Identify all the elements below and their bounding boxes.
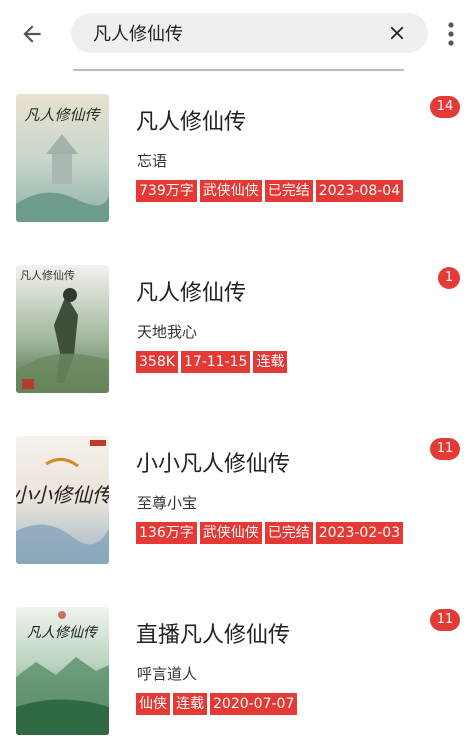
source-count-badge: 1 (438, 267, 460, 289)
book-tags: 739万字 武侠仙侠 已完结 2023-08-04 (136, 180, 404, 202)
book-author: 忘语 (137, 152, 168, 170)
book-title[interactable]: 直播凡人修仙传 (136, 617, 290, 649)
search-underline (73, 69, 404, 71)
clear-search-button[interactable] (384, 20, 410, 46)
book-author: 呼言道人 (137, 665, 198, 683)
source-count-badge: 14 (430, 96, 460, 118)
book-cover[interactable]: 凡人修仙传 (16, 607, 109, 735)
tag-genre: 武侠仙侠 (199, 180, 262, 202)
tag-word-count: 136万字 (136, 522, 197, 544)
book-cover[interactable]: 凡人修仙传 (16, 265, 109, 393)
book-result-item[interactable]: 小小修仙传 小小凡人修仙传 至尊小宝 136万字 武侠仙侠 已完结 2023-0… (0, 422, 469, 564)
tag-status: 已完结 (264, 522, 313, 544)
cover-title-text: 凡人修仙传 (24, 106, 101, 124)
tag-genre: 仙侠 (136, 693, 170, 715)
arrow-left-icon (23, 25, 41, 43)
tag-genre: 武侠仙侠 (199, 522, 262, 544)
tag-status: 连载 (253, 351, 288, 373)
tag-date: 17-11-15 (180, 351, 251, 373)
source-count-badge: 11 (430, 438, 460, 460)
top-bar (0, 0, 469, 72)
cover-title-text: 凡人修仙传 (27, 625, 99, 641)
tag-word-count: 358K (136, 351, 178, 373)
book-cover[interactable]: 凡人修仙传 (16, 94, 109, 222)
tag-date: 2023-08-04 (315, 180, 404, 202)
book-title[interactable]: 凡人修仙传 (136, 104, 246, 136)
book-author: 天地我心 (137, 323, 198, 341)
book-tags: 仙侠 连载 2020-07-07 (136, 693, 298, 715)
book-result-item[interactable]: 凡人修仙传 直播凡人修仙传 呼言道人 仙侠 连载 2020-07-07 11 (0, 593, 469, 735)
tag-status: 连载 (173, 693, 207, 715)
back-button[interactable] (14, 16, 50, 52)
book-result-item[interactable]: 凡人修仙传 凡人修仙传 天地我心 358K 17-11-15 连载 1 (0, 251, 469, 393)
close-icon (390, 26, 404, 40)
book-title[interactable]: 凡人修仙传 (136, 275, 246, 307)
book-cover[interactable]: 小小修仙传 (16, 436, 109, 564)
more-options-button[interactable] (438, 16, 464, 52)
tag-date: 2020-07-07 (210, 693, 298, 715)
book-title[interactable]: 小小凡人修仙传 (136, 446, 290, 478)
search-input[interactable] (93, 13, 363, 53)
tag-status: 已完结 (264, 180, 313, 202)
tag-word-count: 739万字 (136, 180, 197, 202)
source-count-badge: 11 (430, 609, 460, 631)
book-tags: 358K 17-11-15 连载 (136, 351, 288, 373)
more-vertical-icon (448, 22, 454, 46)
book-result-item[interactable]: 凡人修仙传 凡人修仙传 忘语 739万字 武侠仙侠 已完结 2023-08-04… (0, 80, 469, 222)
cover-title-text: 小小修仙传 (16, 483, 109, 507)
search-box[interactable] (71, 13, 428, 53)
cover-title-text: 凡人修仙传 (20, 268, 75, 282)
book-tags: 136万字 武侠仙侠 已完结 2023-02-03 (136, 522, 404, 544)
book-author: 至尊小宝 (137, 494, 198, 512)
tag-date: 2023-02-03 (315, 522, 404, 544)
